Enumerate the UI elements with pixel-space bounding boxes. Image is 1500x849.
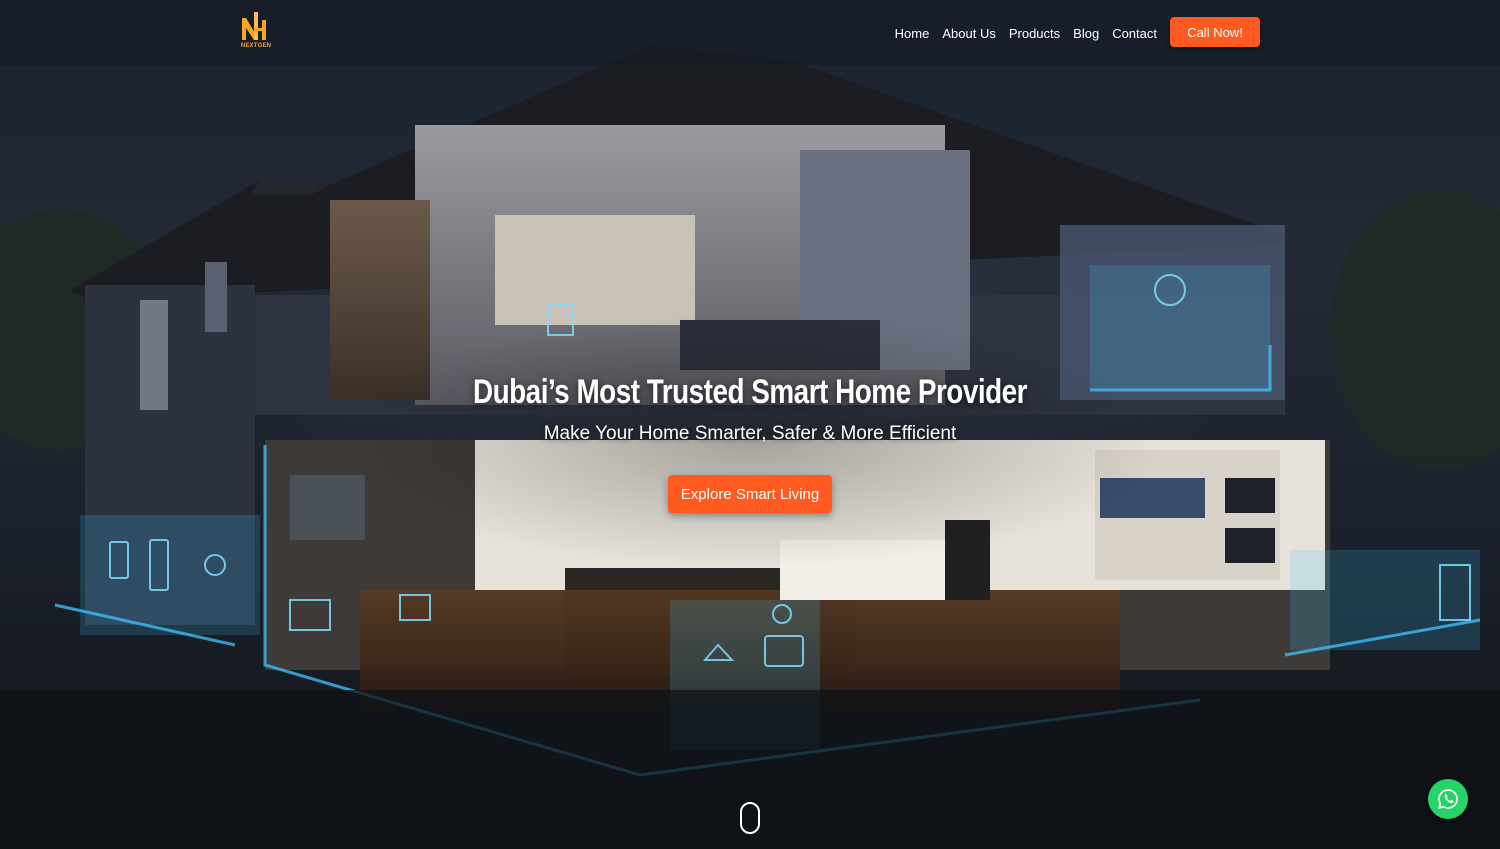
whatsapp-button[interactable]: [1428, 779, 1468, 819]
site-header: NEXTGEN Home About Us Products Blog Cont…: [0, 0, 1500, 66]
nav-contact[interactable]: Contact: [1112, 26, 1157, 41]
nh-logo-icon: [242, 12, 266, 40]
mouse-scroll-icon[interactable]: [740, 802, 760, 834]
nav-products[interactable]: Products: [1009, 26, 1060, 41]
nav-blog[interactable]: Blog: [1073, 26, 1099, 41]
logo-subtext: NEXTGEN: [240, 43, 272, 49]
explore-smart-living-button[interactable]: Explore Smart Living: [668, 475, 832, 513]
brand-logo[interactable]: NEXTGEN: [236, 8, 276, 58]
main-nav: Home About Us Products Blog Contact: [882, 23, 1157, 43]
hero-title: Dubai’s Most Trusted Smart Home Provider: [472, 373, 1028, 411]
nav-home[interactable]: Home: [895, 26, 930, 41]
hero-subtitle: Make Your Home Smarter, Safer & More Eff…: [543, 423, 957, 444]
nav-about-us[interactable]: About Us: [942, 26, 995, 41]
call-now-button[interactable]: Call Now!: [1170, 17, 1260, 47]
whatsapp-icon: [1438, 789, 1458, 809]
